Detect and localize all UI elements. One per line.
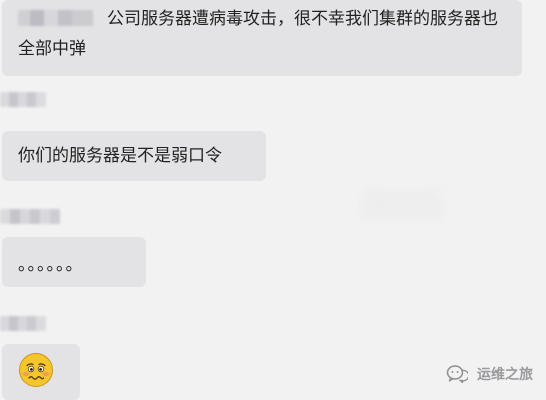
blurred-background-bubble [362, 190, 442, 220]
watermark: 运维之旅 [446, 362, 533, 386]
message-text: 。。。。。。 [18, 255, 84, 275]
message-bubble[interactable]: 你们的服务器是不是弱口令 [2, 131, 266, 181]
worried-face-emoji-icon [19, 353, 53, 387]
redacted-name-block [18, 10, 93, 26]
wechat-official-account-icon [446, 365, 468, 384]
emoji-message-bubble[interactable] [2, 344, 80, 400]
message-bubble[interactable]: 。。。。。。 [2, 237, 146, 287]
redacted-sender-name [0, 316, 46, 331]
message-text: 你们的服务器是不是弱口令 [18, 146, 222, 166]
redacted-sender-name [0, 209, 60, 224]
watermark-text: 运维之旅 [477, 367, 533, 383]
redacted-sender-name [0, 92, 46, 107]
message-bubble[interactable]: 公司服务器遭病毒攻击，很不幸我们集群的服务器也全部中弹 [2, 0, 522, 76]
